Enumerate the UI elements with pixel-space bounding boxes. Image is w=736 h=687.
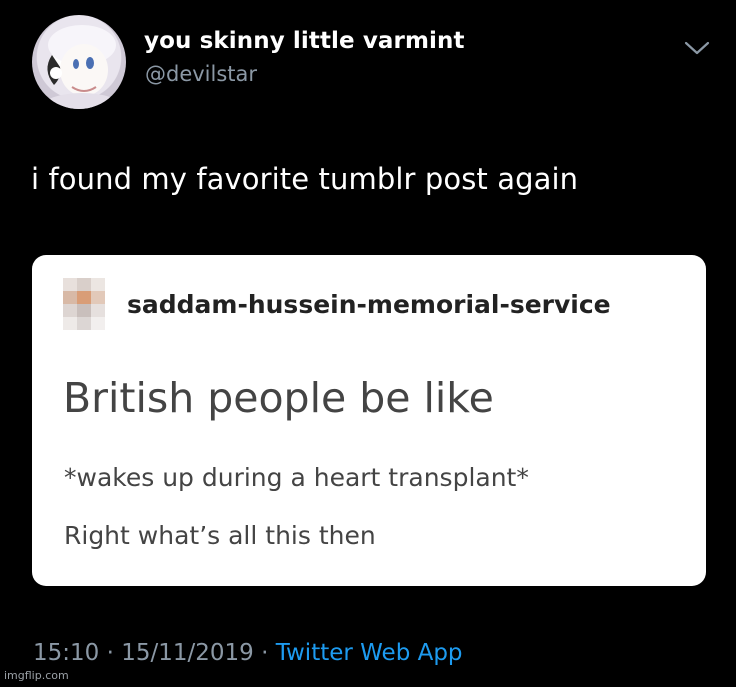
source-app-link[interactable]: Twitter Web App [276,640,463,666]
tweet-time[interactable]: 15:10 [33,640,99,666]
tweet-text: i found my favorite tumblr post again [31,162,579,196]
tweet-metadata: 15:10 · 15/11/2019 · Twitter Web App [33,640,463,666]
blog-avatar-icon [63,278,105,330]
display-name[interactable]: you skinny little varmint [144,28,465,54]
separator: · [99,640,122,666]
separator: · [253,640,276,666]
blog-name: saddam-hussein-memorial-service [127,290,611,319]
avatar-icon [42,25,122,109]
watermark: imgflip.com [4,669,69,682]
tweet-date[interactable]: 15/11/2019 [121,640,254,666]
post-body-line: Right what’s all this then [64,521,376,550]
post-title: British people be like [63,374,494,422]
post-body-line: *wakes up during a heart transplant* [64,463,529,492]
tumblr-post-card: saddam-hussein-memorial-service British … [32,255,706,586]
chevron-down-icon[interactable] [682,38,712,58]
user-handle[interactable]: @devilstar [145,62,257,86]
avatar[interactable] [32,15,126,109]
